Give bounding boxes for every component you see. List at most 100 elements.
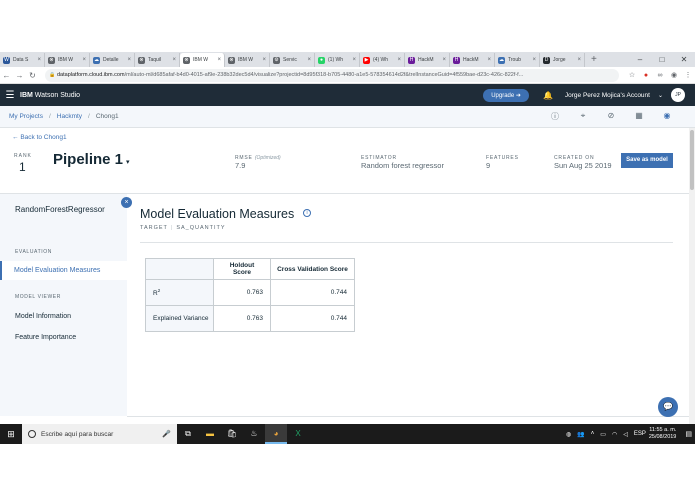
taskbar-search-placeholder: Escribe aquí para buscar <box>41 430 114 438</box>
tab-close-icon[interactable]: × <box>487 57 491 63</box>
menu-dots-icon[interactable]: ⋮ <box>681 71 695 79</box>
tab-close-icon[interactable]: × <box>127 57 131 63</box>
maximize-button[interactable]: □ <box>651 52 673 67</box>
steam-icon[interactable]: ♨ <box>243 424 265 444</box>
pipeline-title[interactable]: Pipeline 1 ▾ <box>53 151 130 168</box>
people-icon[interactable]: 👥 <box>577 431 584 438</box>
chevron-down-icon[interactable]: ⌄ <box>658 92 663 99</box>
language-indicator[interactable]: ESP <box>634 431 646 437</box>
account-name[interactable]: Jorge Perez Mojica's Account <box>565 92 650 99</box>
browser-tab[interactable]: D Jorge × <box>540 53 585 67</box>
tab-close-icon[interactable]: × <box>37 57 41 63</box>
hamburger-menu-icon[interactable]: ☰ <box>0 90 20 101</box>
rmse-note: (Optimized) <box>254 155 281 161</box>
show-hidden-icon[interactable]: ˄ <box>591 431 595 437</box>
caret-down-icon[interactable]: ▾ <box>126 159 130 166</box>
breadcrumb: My Projects / Hackmty / Chong1 <box>0 113 119 120</box>
url-input[interactable]: 🔒 dataplatform.cloud.ibm.com/ml/auto-ml/d… <box>45 68 619 82</box>
profile-icon[interactable]: ◉ <box>667 71 681 79</box>
compass-icon[interactable]: ◉ <box>653 111 681 122</box>
clock[interactable]: 11:55 a. m. 25/08/2019 <box>649 427 677 441</box>
new-tab-button[interactable]: + <box>585 53 603 67</box>
upgrade-button[interactable]: Upgrade ➜ <box>483 88 529 102</box>
rank-value: 1 <box>19 160 26 174</box>
chat-icon[interactable]: 💬 <box>658 397 678 417</box>
taskbar-search[interactable]: Escribe aquí para buscar 🎤 <box>22 424 177 444</box>
clock-date: 25/08/2019 <box>648 434 677 440</box>
link-icon[interactable]: ∞ <box>653 72 667 79</box>
tab-close-icon[interactable]: × <box>442 57 446 63</box>
reload-icon[interactable]: ↻ <box>26 71 39 80</box>
tab-close-icon[interactable]: × <box>82 57 86 63</box>
wifi-icon[interactable]: ◠ <box>612 431 617 438</box>
breadcrumb-hackmty[interactable]: Hackmty <box>57 113 82 120</box>
tab-close-icon[interactable]: × <box>217 57 221 63</box>
tab-label: Jorge <box>553 57 566 63</box>
volume-icon[interactable]: ◁ <box>623 431 628 438</box>
browser-tab[interactable]: ☁ Troub × <box>495 53 540 67</box>
tab-close-icon[interactable]: × <box>577 57 581 63</box>
browser-tab[interactable]: ⊗ IBM W × <box>225 53 270 67</box>
pin-icon[interactable]: ⌖ <box>569 111 597 122</box>
star-icon[interactable]: ☆ <box>625 71 639 79</box>
brand-logo[interactable]: IBM Watson Studio <box>20 92 80 99</box>
save-as-model-button[interactable]: Save as model <box>621 153 673 168</box>
info-icon[interactable]: i <box>303 209 311 217</box>
chrome-icon[interactable]: ◕ <box>265 424 287 444</box>
tag-icon[interactable]: ⊘ <box>597 111 625 122</box>
breadcrumb-my-projects[interactable]: My Projects <box>9 113 43 120</box>
sidebar-item-information[interactable]: Model Information <box>15 313 71 320</box>
back-arrow-icon[interactable]: ← <box>0 71 13 80</box>
pipeline-title-text: Pipeline 1 <box>53 151 124 168</box>
task-view-icon[interactable]: ⧉ <box>177 424 199 444</box>
back-link[interactable]: ← Back to Chong1 <box>12 134 67 141</box>
tab-list: W Data S × ⊗ IBM W × ☁ Detalle × ⊗ Taquil × ⊗ IBM W × ⊗… <box>0 53 585 67</box>
browser-tab[interactable]: ▶ (4) Wh × <box>360 53 405 67</box>
sidebar <box>0 194 127 416</box>
tab-label: IBM W <box>58 57 73 63</box>
network-app-icon[interactable]: ◍ <box>566 431 571 438</box>
rank-label: RANK <box>14 153 32 159</box>
tab-close-icon[interactable]: × <box>397 57 401 63</box>
close-icon[interactable]: × <box>121 197 132 208</box>
browser-tab[interactable]: H HackM × <box>450 53 495 67</box>
microphone-icon[interactable]: 🎤 <box>162 430 171 438</box>
browser-tab[interactable]: ⊗ Taquil × <box>135 53 180 67</box>
scrollbar-thumb[interactable] <box>690 130 694 190</box>
tab-favicon-icon: H <box>453 56 460 64</box>
browser-tab[interactable]: ☁ Detalle × <box>90 53 135 67</box>
minimize-button[interactable]: – <box>629 52 651 67</box>
action-center-icon[interactable]: ▤ <box>685 430 692 438</box>
sidebar-item-evaluation[interactable]: Model Evaluation Measures <box>0 261 127 280</box>
back-link-label: Back to Chong1 <box>20 134 67 141</box>
browser-tab[interactable]: ⊗ IBM W × <box>45 53 90 67</box>
avatar[interactable]: JP <box>671 88 685 102</box>
breadcrumb-chong1[interactable]: Chong1 <box>96 113 119 120</box>
browser-tab[interactable]: W Data S × <box>0 53 45 67</box>
notification-bell-icon[interactable]: 🔔 <box>543 91 553 100</box>
tab-close-icon[interactable]: × <box>307 57 311 63</box>
tab-close-icon[interactable]: × <box>352 57 356 63</box>
file-explorer-icon[interactable]: ▬ <box>199 424 221 444</box>
tab-close-icon[interactable]: × <box>172 57 176 63</box>
tab-label: Detalle <box>103 57 119 63</box>
browser-tab[interactable]: ⚙ Servic × <box>270 53 315 67</box>
forward-arrow-icon[interactable]: → <box>13 71 26 80</box>
grid-icon[interactable]: ▦ <box>625 111 653 122</box>
tab-favicon-icon: ☁ <box>93 56 100 64</box>
browser-tab[interactable]: ⊗ IBM W × <box>180 53 225 67</box>
battery-icon[interactable]: ▭ <box>600 431 606 438</box>
windows-start-icon[interactable]: ⊞ <box>0 429 22 440</box>
watson-header: ☰ IBM Watson Studio Upgrade ➜ 🔔 Jorge Pe… <box>0 84 695 106</box>
extension-icon[interactable]: ● <box>639 72 653 79</box>
tab-close-icon[interactable]: × <box>262 57 266 63</box>
close-window-button[interactable]: ✕ <box>673 52 695 67</box>
sidebar-item-importance[interactable]: Feature Importance <box>15 334 76 341</box>
target-separator: | <box>170 225 174 231</box>
excel-icon[interactable]: X <box>287 424 309 444</box>
browser-tab[interactable]: ● (1) Wh × <box>315 53 360 67</box>
info-icon[interactable]: ⓘ <box>541 111 569 122</box>
store-icon[interactable]: 🛍 <box>221 424 243 444</box>
browser-tab[interactable]: H HackM × <box>405 53 450 67</box>
tab-close-icon[interactable]: × <box>532 57 536 63</box>
